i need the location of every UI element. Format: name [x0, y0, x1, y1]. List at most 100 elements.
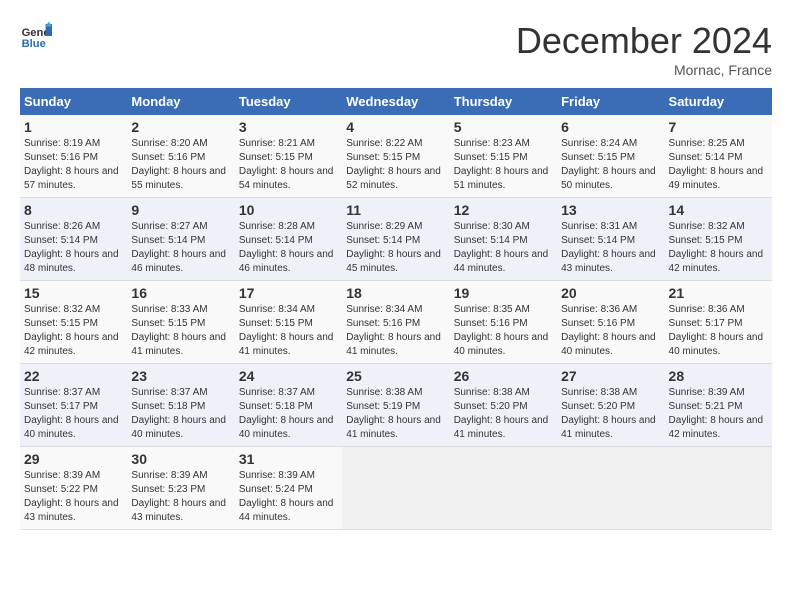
calendar-cell: 23 Sunrise: 8:37 AMSunset: 5:18 PMDayligh… [127, 364, 234, 447]
day-number: 10 [239, 202, 338, 218]
day-info: Sunrise: 8:37 AMSunset: 5:18 PMDaylight:… [131, 386, 230, 442]
calendar-cell: 9 Sunrise: 8:27 AMSunset: 5:14 PMDaylight… [127, 198, 234, 281]
calendar-cell: 10 Sunrise: 8:28 AMSunset: 5:14 PMDayligh… [235, 198, 342, 281]
day-number: 30 [131, 451, 230, 467]
calendar-cell: 2Sunrise: 8:20 AMSunset: 5:16 PMDaylight… [127, 115, 234, 198]
day-info: Sunrise: 8:32 AMSunset: 5:15 PMDaylight:… [24, 303, 123, 359]
day-number: 7 [669, 119, 768, 135]
day-info: Sunrise: 8:29 AMSunset: 5:14 PMDaylight:… [346, 220, 445, 276]
day-number: 15 [24, 285, 123, 301]
day-number: 8 [24, 202, 123, 218]
day-info: Sunrise: 8:23 AMSunset: 5:15 PMDaylight:… [454, 137, 553, 193]
day-number: 29 [24, 451, 123, 467]
day-number: 4 [346, 119, 445, 135]
day-info: Sunrise: 8:34 AMSunset: 5:15 PMDaylight:… [239, 303, 338, 359]
calendar-cell: 7 Sunrise: 8:25 AMSunset: 5:14 PMDaylight… [665, 115, 772, 198]
header-day: Wednesday [342, 88, 449, 115]
calendar-cell [665, 447, 772, 530]
location: Mornac, France [516, 62, 772, 78]
calendar-cell: 25Sunrise: 8:38 AMSunset: 5:19 PMDayligh… [342, 364, 449, 447]
calendar-cell [342, 447, 449, 530]
calendar-cell: 22 Sunrise: 8:37 AMSunset: 5:17 PMDayligh… [20, 364, 127, 447]
calendar-cell: 20Sunrise: 8:36 AMSunset: 5:16 PMDayligh… [557, 281, 664, 364]
day-info: Sunrise: 8:28 AMSunset: 5:14 PMDaylight:… [239, 220, 338, 276]
calendar-cell: 21 Sunrise: 8:36 AMSunset: 5:17 PMDayligh… [665, 281, 772, 364]
day-number: 23 [131, 368, 230, 384]
day-number: 17 [239, 285, 338, 301]
day-number: 21 [669, 285, 768, 301]
calendar-cell: 19 Sunrise: 8:35 AMSunset: 5:16 PMDayligh… [450, 281, 557, 364]
calendar-cell: 3 Sunrise: 8:21 AMSunset: 5:15 PMDaylight… [235, 115, 342, 198]
day-info: Sunrise: 8:35 AMSunset: 5:16 PMDaylight:… [454, 303, 553, 359]
day-number: 13 [561, 202, 660, 218]
day-info: Sunrise: 8:38 AMSunset: 5:20 PMDaylight:… [561, 386, 660, 442]
day-number: 1 [24, 119, 123, 135]
calendar-cell: 16 Sunrise: 8:33 AMSunset: 5:15 PMDayligh… [127, 281, 234, 364]
day-info: Sunrise: 8:31 AMSunset: 5:14 PMDaylight:… [561, 220, 660, 276]
day-info: Sunrise: 8:36 AMSunset: 5:17 PMDaylight:… [669, 303, 768, 359]
day-number: 19 [454, 285, 553, 301]
day-info: Sunrise: 8:21 AMSunset: 5:15 PMDaylight:… [239, 137, 338, 193]
day-number: 3 [239, 119, 338, 135]
day-info: Sunrise: 8:22 AMSunset: 5:15 PMDaylight:… [346, 137, 445, 193]
calendar-cell: 8 Sunrise: 8:26 AMSunset: 5:14 PMDaylight… [20, 198, 127, 281]
day-number: 2 [131, 119, 230, 135]
day-info: Sunrise: 8:38 AMSunset: 5:19 PMDaylight:… [346, 386, 445, 442]
calendar-cell: 31 Sunrise: 8:39 AMSunset: 5:24 PMDayligh… [235, 447, 342, 530]
day-info: Sunrise: 8:37 AMSunset: 5:17 PMDaylight:… [24, 386, 123, 442]
header-day: Tuesday [235, 88, 342, 115]
calendar-cell: 11 Sunrise: 8:29 AMSunset: 5:14 PMDayligh… [342, 198, 449, 281]
day-number: 24 [239, 368, 338, 384]
header-day: Saturday [665, 88, 772, 115]
day-number: 16 [131, 285, 230, 301]
day-info: Sunrise: 8:39 AMSunset: 5:22 PMDaylight:… [24, 469, 123, 525]
day-info: Sunrise: 8:38 AMSunset: 5:20 PMDaylight:… [454, 386, 553, 442]
day-info: Sunrise: 8:39 AMSunset: 5:23 PMDaylight:… [131, 469, 230, 525]
calendar-cell: 17 Sunrise: 8:34 AMSunset: 5:15 PMDayligh… [235, 281, 342, 364]
calendar-cell: 24 Sunrise: 8:37 AMSunset: 5:18 PMDayligh… [235, 364, 342, 447]
calendar-cell [557, 447, 664, 530]
calendar-cell: 13 Sunrise: 8:31 AMSunset: 5:14 PMDayligh… [557, 198, 664, 281]
header-day: Thursday [450, 88, 557, 115]
day-info: Sunrise: 8:27 AMSunset: 5:14 PMDaylight:… [131, 220, 230, 276]
day-info: Sunrise: 8:25 AMSunset: 5:14 PMDaylight:… [669, 137, 768, 193]
day-number: 14 [669, 202, 768, 218]
day-info: Sunrise: 8:33 AMSunset: 5:15 PMDaylight:… [131, 303, 230, 359]
day-number: 28 [669, 368, 768, 384]
day-info: Sunrise: 8:39 AMSunset: 5:21 PMDaylight:… [669, 386, 768, 442]
day-number: 31 [239, 451, 338, 467]
day-info: Sunrise: 8:34 AMSunset: 5:16 PMDaylight:… [346, 303, 445, 359]
calendar-week-row: 22 Sunrise: 8:37 AMSunset: 5:17 PMDayligh… [20, 364, 772, 447]
calendar-cell: 28 Sunrise: 8:39 AMSunset: 5:21 PMDayligh… [665, 364, 772, 447]
day-number: 18 [346, 285, 445, 301]
calendar-cell: 1 Sunrise: 8:19 AMSunset: 5:16 PMDaylight… [20, 115, 127, 198]
calendar-cell: 5 Sunrise: 8:23 AMSunset: 5:15 PMDaylight… [450, 115, 557, 198]
day-info: Sunrise: 8:19 AMSunset: 5:16 PMDaylight:… [24, 137, 123, 193]
calendar-week-row: 15 Sunrise: 8:32 AMSunset: 5:15 PMDayligh… [20, 281, 772, 364]
day-number: 27 [561, 368, 660, 384]
day-number: 5 [454, 119, 553, 135]
header-day: Monday [127, 88, 234, 115]
header-row: SundayMondayTuesdayWednesdayThursdayFrid… [20, 88, 772, 115]
header-day: Sunday [20, 88, 127, 115]
day-info: Sunrise: 8:32 AMSunset: 5:15 PMDaylight:… [669, 220, 768, 276]
calendar-week-row: 1 Sunrise: 8:19 AMSunset: 5:16 PMDaylight… [20, 115, 772, 198]
calendar-cell: 15 Sunrise: 8:32 AMSunset: 5:15 PMDayligh… [20, 281, 127, 364]
calendar-table: SundayMondayTuesdayWednesdayThursdayFrid… [20, 88, 772, 530]
calendar-cell: 4 Sunrise: 8:22 AMSunset: 5:15 PMDaylight… [342, 115, 449, 198]
day-info: Sunrise: 8:26 AMSunset: 5:14 PMDaylight:… [24, 220, 123, 276]
day-info: Sunrise: 8:24 AMSunset: 5:15 PMDaylight:… [561, 137, 660, 193]
page-header: General Blue December 2024 Mornac, Franc… [20, 20, 772, 78]
calendar-cell [450, 447, 557, 530]
day-info: Sunrise: 8:39 AMSunset: 5:24 PMDaylight:… [239, 469, 338, 525]
logo-icon: General Blue [20, 20, 52, 52]
day-info: Sunrise: 8:37 AMSunset: 5:18 PMDaylight:… [239, 386, 338, 442]
calendar-cell: 26 Sunrise: 8:38 AMSunset: 5:20 PMDayligh… [450, 364, 557, 447]
calendar-week-row: 29 Sunrise: 8:39 AMSunset: 5:22 PMDayligh… [20, 447, 772, 530]
day-number: 26 [454, 368, 553, 384]
calendar-cell: 29 Sunrise: 8:39 AMSunset: 5:22 PMDayligh… [20, 447, 127, 530]
day-number: 11 [346, 202, 445, 218]
day-number: 9 [131, 202, 230, 218]
day-number: 22 [24, 368, 123, 384]
header-day: Friday [557, 88, 664, 115]
